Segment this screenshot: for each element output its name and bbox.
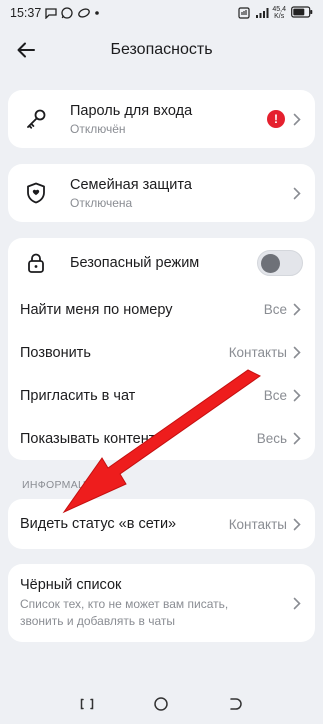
blacklist-card: Чёрный список Список тех, кто не может в… <box>8 564 315 642</box>
privacy-row-value: Весь <box>256 431 287 446</box>
privacy-card: Безопасный режим Найти меня по номеру Вс… <box>8 238 315 460</box>
nav-back-icon <box>230 698 242 710</box>
privacy-row-label: Показывать контент <box>20 430 156 447</box>
shield-icon <box>24 181 48 205</box>
status-time: 15:37 <box>10 6 42 20</box>
blacklist-description: Список тех, кто не может вам писать, зво… <box>20 596 229 628</box>
safe-mode-toggle[interactable] <box>257 250 303 276</box>
online-status-row[interactable]: Видеть статус «в сети» Контакты <box>8 499 315 549</box>
privacy-row-call[interactable]: Позвонить Контакты <box>8 331 315 374</box>
page-title: Безопасность <box>110 41 213 58</box>
privacy-row-label: Позвонить <box>20 344 91 361</box>
family-label: Семейная защита <box>70 176 192 193</box>
net-speed: 45,4 K/s <box>272 6 286 20</box>
online-status-card: Видеть статус «в сети» Контакты <box>8 499 315 549</box>
password-label: Пароль для входа <box>70 102 193 119</box>
system-nav-bar <box>0 684 323 724</box>
password-status: Отключён <box>70 121 126 136</box>
net-speed-unit: K/s <box>274 13 285 20</box>
online-status-label: Видеть статус «в сети» <box>20 516 177 532</box>
privacy-row-show-content[interactable]: Показывать контент Весь <box>8 417 315 460</box>
privacy-row-value: Контакты <box>228 345 287 360</box>
blacklist-label: Чёрный список <box>20 576 122 593</box>
header: Безопасность <box>0 30 323 70</box>
safe-mode-row: Безопасный режим <box>8 238 315 288</box>
privacy-row-label: Найти меня по номеру <box>20 301 173 318</box>
toggle-knob <box>261 254 280 273</box>
net-speed-value: 45,4 <box>272 6 286 13</box>
safe-mode-label: Безопасный режим <box>70 255 200 271</box>
chevron-right-icon <box>293 303 303 317</box>
chevron-right-icon <box>293 186 303 200</box>
warning-badge: ! <box>267 110 285 128</box>
family-row[interactable]: Семейная защита Отключена <box>8 164 315 222</box>
family-card: Семейная защита Отключена <box>8 164 315 222</box>
status-bar: 15:37 45,4 K/s <box>0 0 323 26</box>
cell-signal-icon <box>255 7 269 19</box>
chevron-right-icon <box>293 517 303 531</box>
back-nav-button[interactable] <box>221 689 251 719</box>
password-row[interactable]: Пароль для входа Отключён ! <box>8 90 315 148</box>
privacy-row-find-by-number[interactable]: Найти меня по номеру Все <box>8 288 315 331</box>
recents-button[interactable] <box>72 689 102 719</box>
home-button[interactable] <box>146 689 176 719</box>
chevron-right-icon <box>293 596 303 610</box>
password-card: Пароль для входа Отключён ! <box>8 90 315 148</box>
blacklist-row[interactable]: Чёрный список Список тех, кто не может в… <box>8 564 315 642</box>
privacy-row-invite-to-chat[interactable]: Пригласить в чат Все <box>8 374 315 417</box>
message-icon <box>45 7 57 20</box>
whatsapp-icon <box>61 7 73 19</box>
section-label-info: ИНФОРМАЦИЯ <box>22 479 102 491</box>
signal-icon <box>238 7 250 19</box>
privacy-row-label: Пригласить в чат <box>20 387 136 404</box>
chevron-right-icon <box>293 432 303 446</box>
chat-app-icon <box>77 7 91 19</box>
privacy-row-value: Все <box>263 388 287 403</box>
chevron-right-icon <box>293 389 303 403</box>
back-button[interactable] <box>14 38 38 62</box>
online-status-value: Контакты <box>228 516 287 532</box>
notification-dot-icon <box>93 7 105 19</box>
key-icon <box>24 107 48 131</box>
chevron-right-icon <box>293 112 303 126</box>
lock-icon <box>24 251 48 275</box>
home-icon <box>154 697 169 711</box>
battery-icon <box>291 5 313 21</box>
recents-icon <box>80 698 94 710</box>
arrow-left-icon <box>17 42 35 58</box>
family-status: Отключена <box>70 195 133 210</box>
privacy-row-value: Все <box>263 302 287 317</box>
chevron-right-icon <box>293 346 303 360</box>
